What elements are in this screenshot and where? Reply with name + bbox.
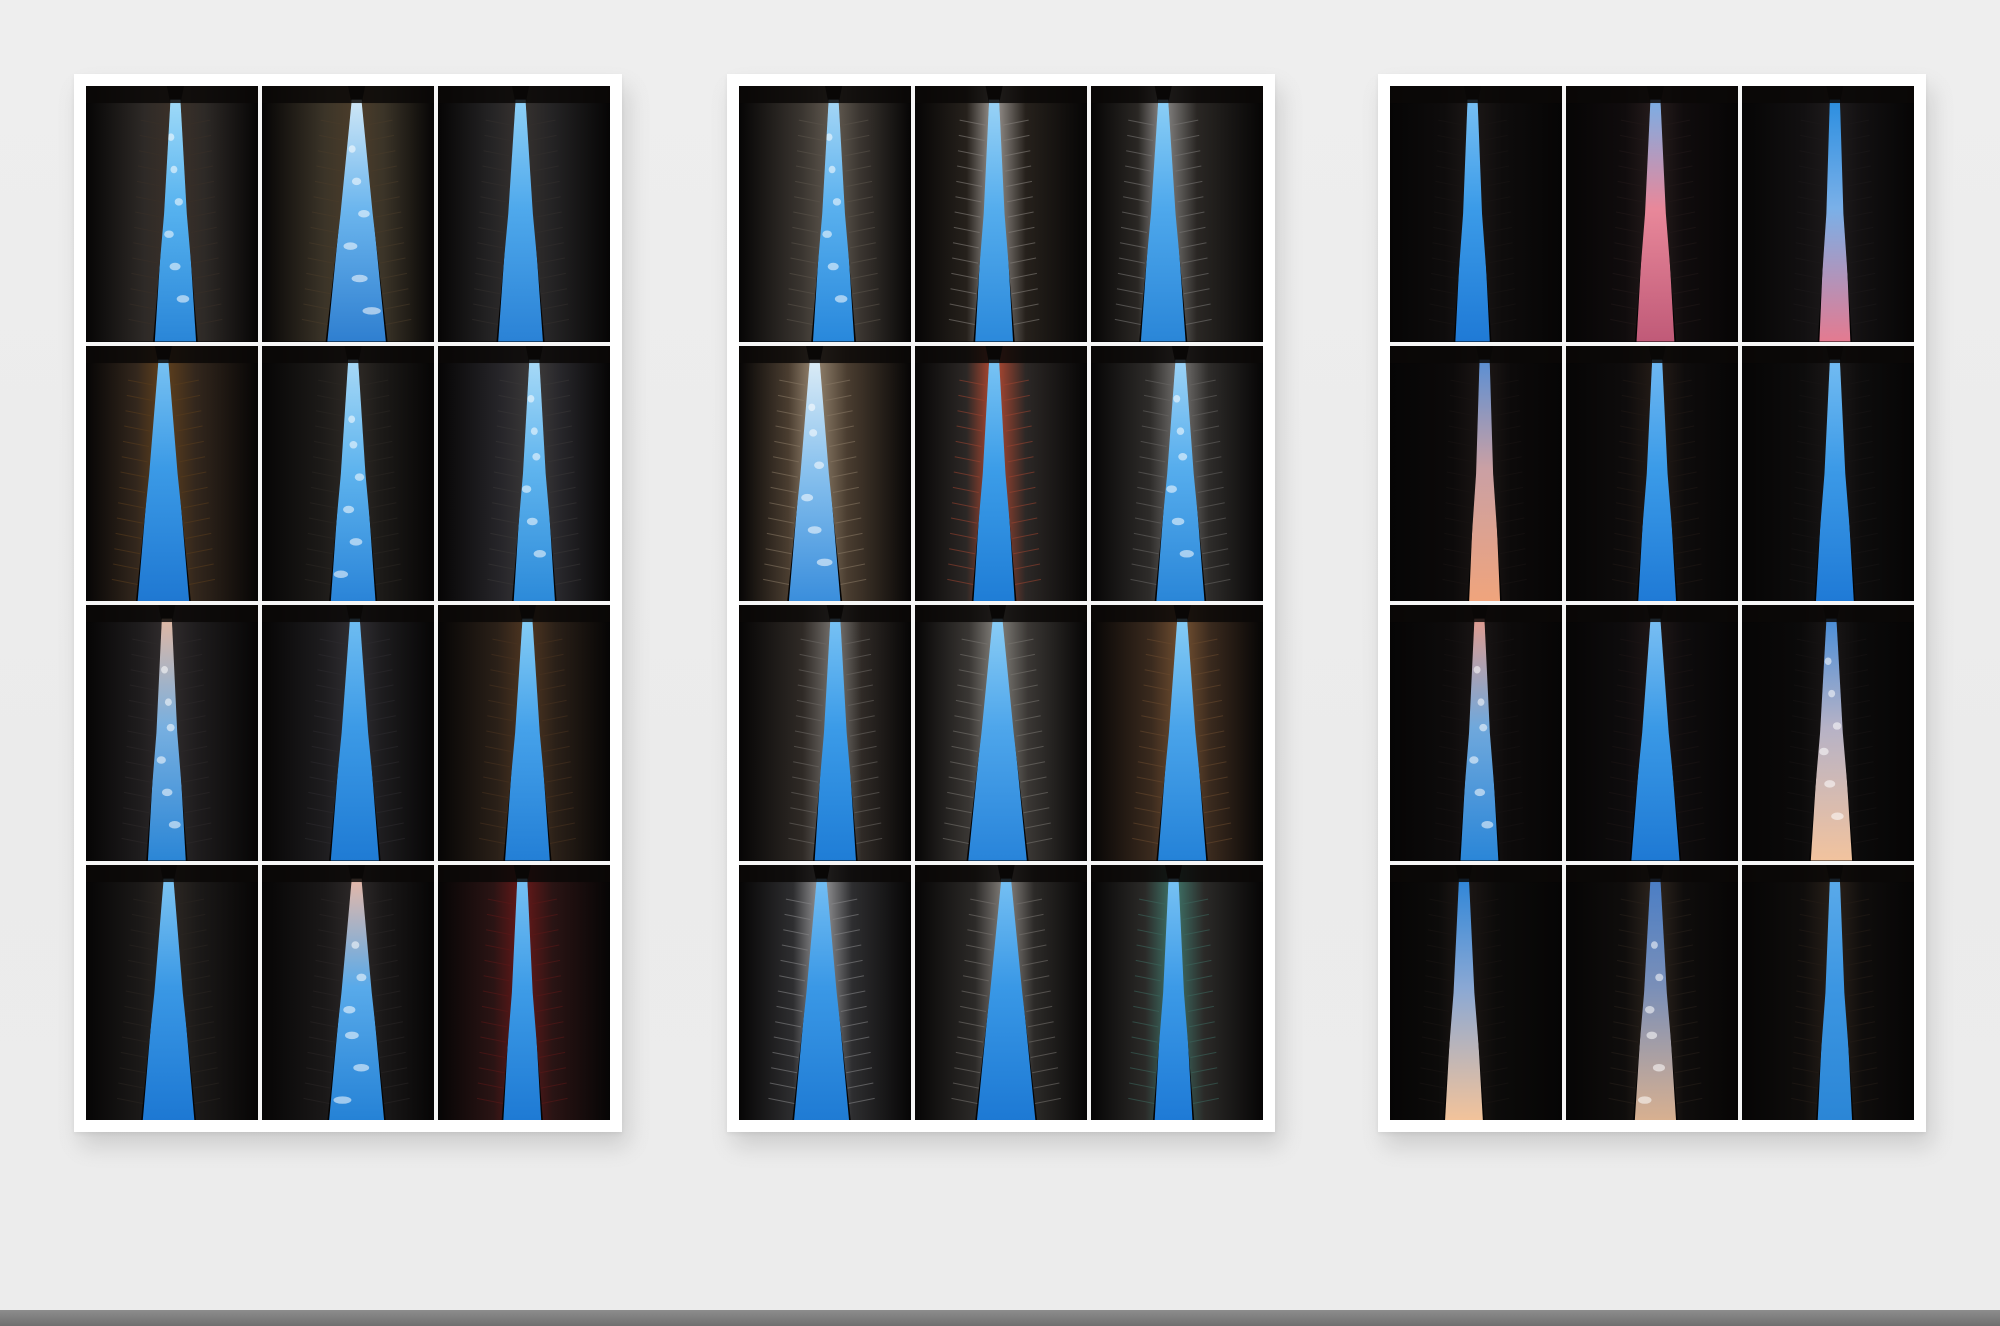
- photo-tile: [1566, 605, 1738, 861]
- photo-tile: [1091, 86, 1263, 342]
- photo-grid-center: [739, 86, 1263, 1120]
- photo-tile: [915, 345, 1087, 601]
- photo-grid-right: [1390, 86, 1914, 1120]
- photo-tile: [438, 345, 610, 601]
- framed-print-center: [727, 74, 1275, 1132]
- photo-tile: [262, 345, 434, 601]
- photo-tile: [262, 864, 434, 1120]
- photo-tile: [915, 864, 1087, 1120]
- photo-tile: [86, 86, 258, 342]
- photo-tile: [86, 605, 258, 861]
- photo-tile: [1390, 605, 1562, 861]
- photo-tile: [1091, 605, 1263, 861]
- photo-tile: [438, 86, 610, 342]
- photo-tile: [1390, 345, 1562, 601]
- photo-tile: [739, 864, 911, 1120]
- photo-tile: [915, 86, 1087, 342]
- framed-print-left: [74, 74, 622, 1132]
- photo-tile: [739, 605, 911, 861]
- photo-tile: [1091, 864, 1263, 1120]
- photo-tile: [86, 864, 258, 1120]
- photo-tile: [1566, 86, 1738, 342]
- photo-tile: [915, 605, 1087, 861]
- photo-tile: [1566, 345, 1738, 601]
- photo-tile: [438, 864, 610, 1120]
- photo-tile: [739, 345, 911, 601]
- photo-tile: [1091, 345, 1263, 601]
- photo-tile: [1390, 864, 1562, 1120]
- photo-tile: [739, 86, 911, 342]
- photo-tile: [86, 345, 258, 601]
- photo-tile: [438, 605, 610, 861]
- framed-print-right: [1378, 74, 1926, 1132]
- photo-tile: [1390, 86, 1562, 342]
- floor-strip: [0, 1310, 2000, 1326]
- photo-tile: [1742, 864, 1914, 1120]
- photo-tile: [262, 86, 434, 342]
- photo-tile: [1742, 345, 1914, 601]
- photo-grid-left: [86, 86, 610, 1120]
- photo-tile: [1566, 864, 1738, 1120]
- photo-tile: [1742, 605, 1914, 861]
- photo-tile: [1742, 86, 1914, 342]
- photo-tile: [262, 605, 434, 861]
